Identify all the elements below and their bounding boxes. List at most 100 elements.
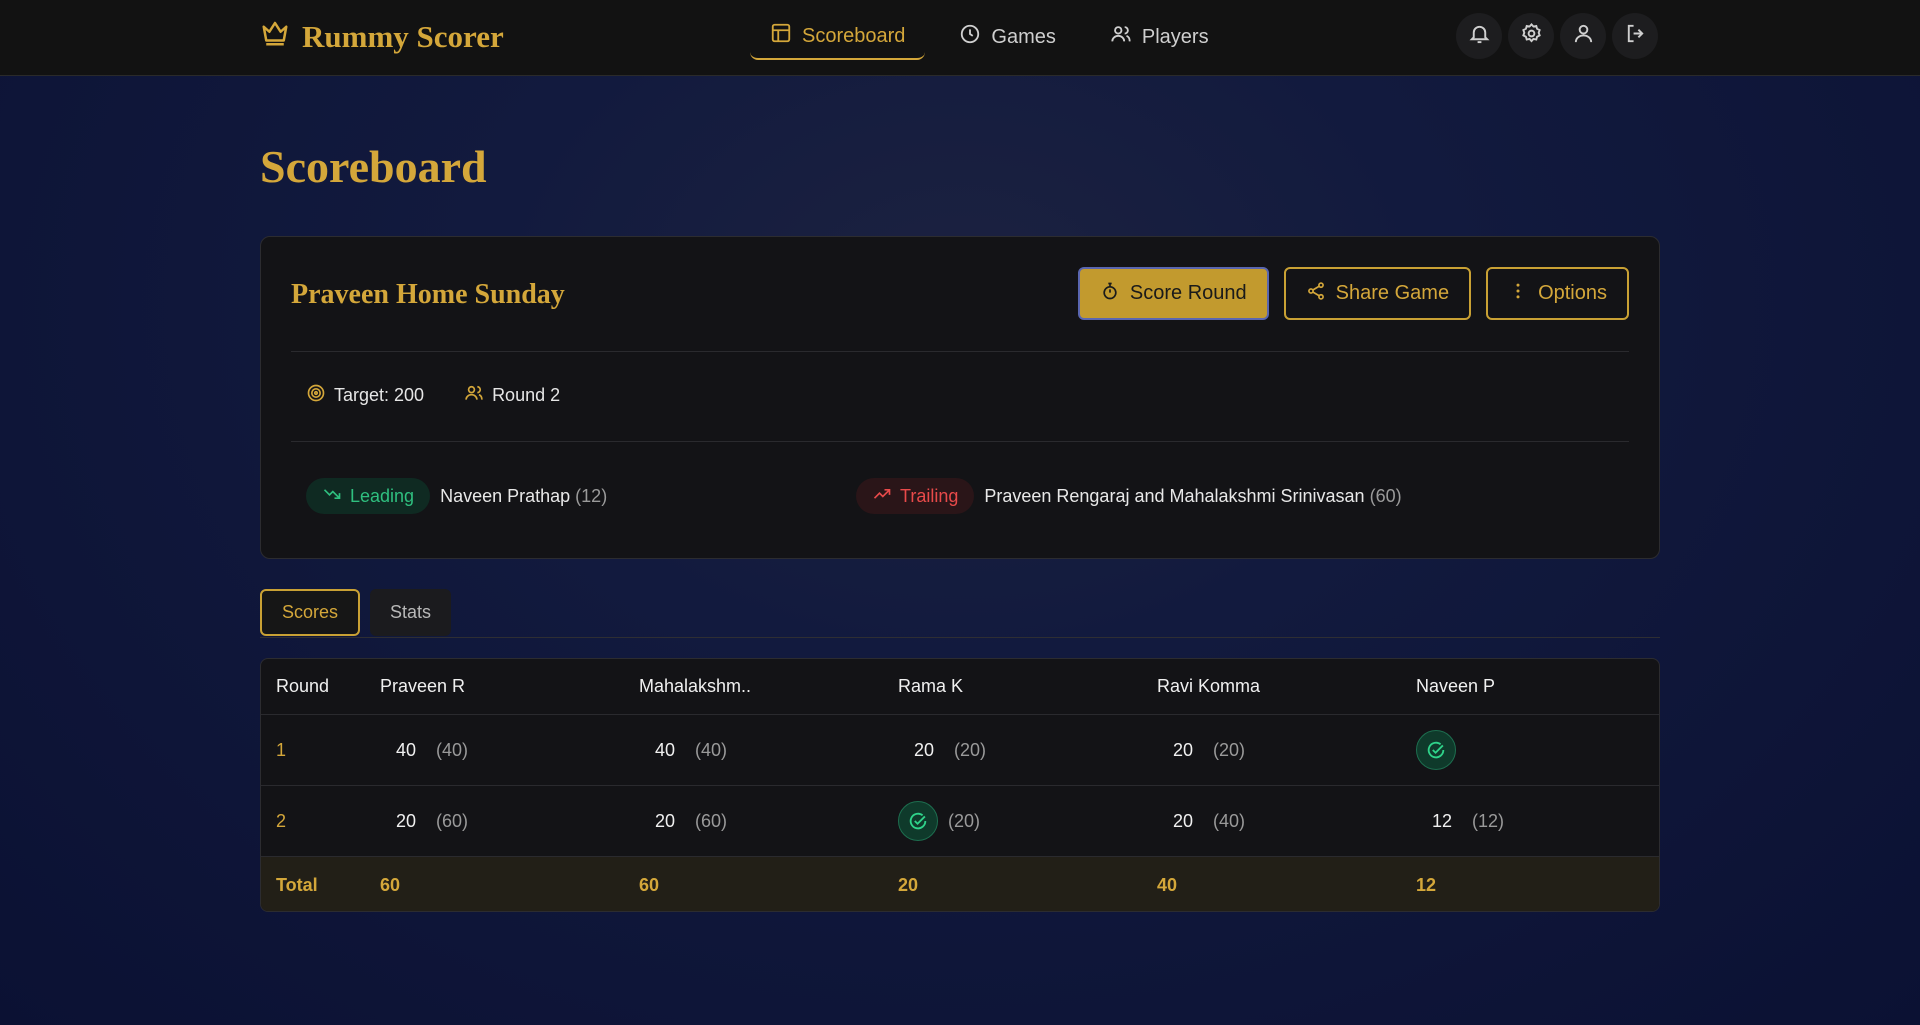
cumulative-score: (20) (954, 739, 987, 760)
nav-players[interactable]: Players (1090, 14, 1229, 60)
users-icon (1110, 23, 1132, 51)
total-score: 20 (898, 874, 919, 895)
logout-icon (1624, 22, 1647, 50)
trending-down-icon (322, 484, 342, 509)
cumulative-score: (40) (695, 739, 728, 760)
trending-up-icon (872, 484, 892, 509)
round-score: 40 (395, 739, 416, 760)
view-tabs: Scores Stats (260, 589, 452, 636)
tab-stats[interactable]: Stats (370, 589, 452, 636)
share-game-button[interactable]: Share Game (1283, 267, 1472, 320)
score-cell: 12 (12) (1416, 786, 1504, 856)
target-info: Target: 200 (306, 383, 424, 408)
score-cell: (20) (898, 786, 980, 856)
header-actions (1456, 13, 1658, 59)
score-cell: 20 (20) (898, 715, 986, 785)
score-table: Round Praveen R Mahalakshm.. Rama K Ravi… (260, 658, 1660, 912)
score-cell: 40 (40) (380, 715, 468, 785)
share-game-label: Share Game (1335, 282, 1450, 304)
gear-icon (1520, 22, 1543, 50)
game-card: Praveen Home Sunday Score Round Share Ga… (260, 236, 1660, 559)
header-player: Ravi Komma (1157, 676, 1261, 696)
more-vertical-icon (1508, 281, 1528, 307)
user-icon (1572, 22, 1595, 50)
total-row: Total 60 60 20 40 12 (261, 857, 1659, 911)
total-label: Total (276, 874, 318, 895)
header-player: Mahalakshm.. (639, 676, 752, 696)
score-cell: 20 (40) (1157, 786, 1245, 856)
trailing-badge: Trailing (856, 478, 975, 514)
tab-scores[interactable]: Scores (260, 589, 361, 636)
round-score: 12 (1431, 810, 1452, 831)
cumulative-score: (12) (1472, 810, 1505, 831)
nav-games-label: Games (991, 25, 1056, 48)
round-score: 20 (654, 810, 675, 831)
target-text: Target: 200 (334, 385, 425, 405)
header-player: Praveen R (380, 676, 466, 696)
round-number: 2 (276, 810, 287, 831)
game-meta: Target: 200 Round 2 (306, 383, 560, 408)
notifications-button[interactable] (1456, 13, 1502, 59)
total-score: 40 (1157, 874, 1178, 895)
leading-badge: Leading (306, 478, 431, 514)
round-text: Round 2 (492, 385, 561, 405)
table-row: 1 40 (40) 40 (40) 20 (20) 20 (20) (261, 715, 1659, 786)
score-cell: 20 (20) (1157, 715, 1245, 785)
trailing-names: Praveen Rengaraj and Mahalakshmi Sriniva… (984, 485, 1365, 506)
top-bar: Rummy Scorer Scoreboard Games Players (0, 0, 1920, 76)
round-score: 40 (654, 739, 675, 760)
round-number: 1 (276, 739, 287, 760)
crown-icon (260, 18, 290, 56)
nav-scoreboard-label: Scoreboard (802, 24, 906, 47)
score-cell: 20 (60) (639, 786, 727, 856)
logout-button[interactable] (1612, 13, 1658, 59)
card-divider (291, 441, 1629, 442)
score-round-label: Score Round (1129, 282, 1247, 304)
settings-button[interactable] (1508, 13, 1554, 59)
trailing-label: Trailing (900, 485, 959, 506)
nav-games[interactable]: Games (939, 14, 1075, 60)
score-round-button[interactable]: Score Round (1077, 267, 1269, 320)
leading-standing: Leading Naveen Prathap (12) (306, 478, 607, 514)
round-score: 20 (913, 739, 934, 760)
options-label: Options (1538, 282, 1607, 304)
share-icon (1306, 281, 1326, 307)
leading-score: (12) (575, 485, 608, 506)
cumulative-score: (60) (695, 810, 728, 831)
table-row: 2 20 (60) 20 (60) (20) 20 (40) 12 (12) (261, 786, 1659, 857)
page-title: Scoreboard (260, 141, 487, 192)
stopwatch-icon (1100, 281, 1120, 307)
trailing-score: (60) (1369, 485, 1402, 506)
total-score: 60 (380, 874, 401, 895)
layout-icon (770, 22, 792, 50)
nav-scoreboard[interactable]: Scoreboard (750, 14, 926, 60)
game-name: Praveen Home Sunday (291, 279, 565, 310)
main-nav: Scoreboard Games Players (750, 14, 1229, 60)
header-player: Rama K (898, 676, 964, 696)
cumulative-score: (60) (436, 810, 469, 831)
tabs-divider (260, 637, 1660, 638)
round-score: 20 (1172, 739, 1193, 760)
game-actions: Score Round Share Game Options (1077, 267, 1629, 320)
profile-button[interactable] (1560, 13, 1606, 59)
score-cell: 20 (60) (380, 786, 468, 856)
trailing-standing: Trailing Praveen Rengaraj and Mahalakshm… (856, 478, 1402, 514)
round-score: 20 (1172, 810, 1193, 831)
target-icon (306, 383, 326, 408)
total-score: 60 (639, 874, 660, 895)
card-divider (291, 351, 1629, 352)
leading-label: Leading (350, 485, 415, 506)
cumulative-score: (40) (1213, 810, 1246, 831)
header-round: Round (276, 676, 330, 696)
cumulative-score: (40) (436, 739, 469, 760)
header-player: Naveen P (1416, 676, 1496, 696)
score-cell (1416, 715, 1466, 785)
brand[interactable]: Rummy Scorer (260, 18, 504, 56)
total-score: 12 (1416, 874, 1437, 895)
brand-name: Rummy Scorer (302, 19, 504, 54)
winner-check-icon (1416, 730, 1456, 770)
round-score: 20 (395, 810, 416, 831)
round-info: Round 2 (464, 383, 560, 408)
cumulative-score: (20) (1213, 739, 1246, 760)
options-button[interactable]: Options (1486, 267, 1629, 320)
